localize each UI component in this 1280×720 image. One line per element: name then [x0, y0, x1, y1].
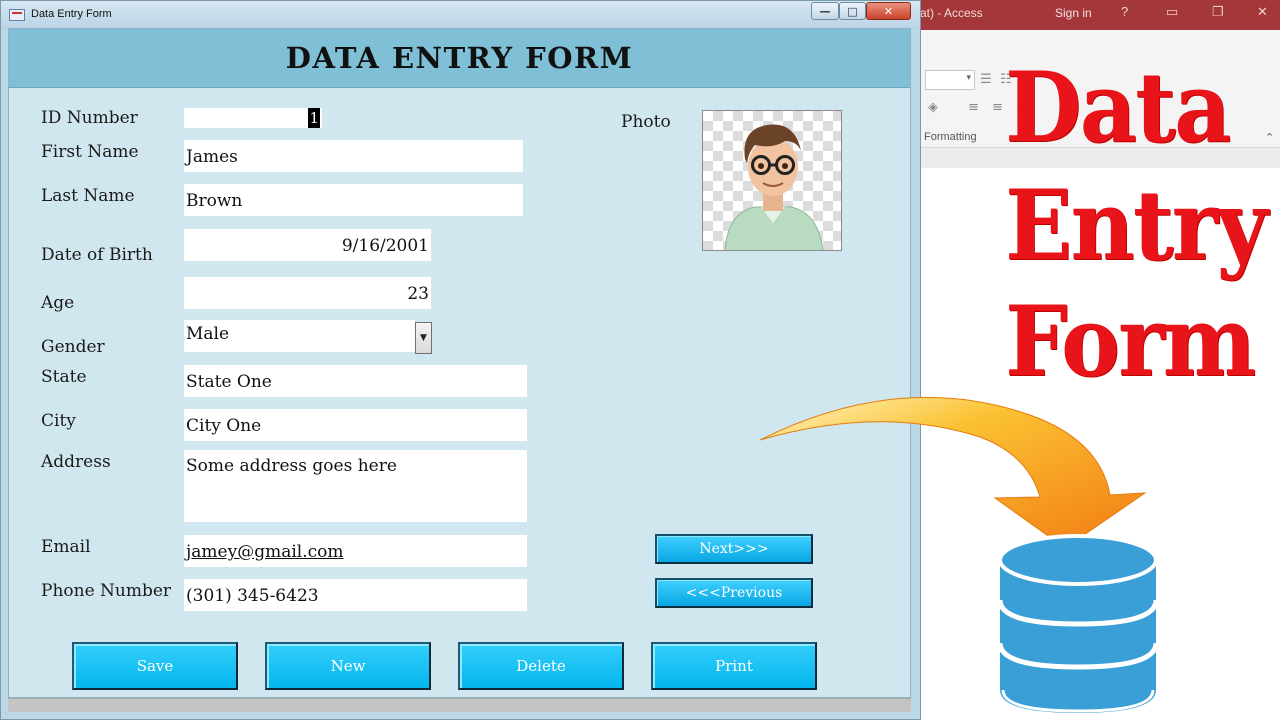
- id-field[interactable]: 1: [184, 108, 322, 128]
- overlay-title-line-3: Form: [1005, 285, 1256, 398]
- id-value: 1: [308, 108, 320, 128]
- last-name-field[interactable]: Brown: [184, 184, 523, 216]
- align-center-icon[interactable]: ≡: [992, 100, 1003, 115]
- city-label: City: [41, 411, 76, 431]
- last-name-label: Last Name: [41, 186, 135, 206]
- gender-label: Gender: [41, 337, 105, 357]
- age-label: Age: [41, 293, 75, 313]
- state-label: State: [41, 367, 87, 387]
- address-label: Address: [41, 452, 111, 472]
- photo-label: Photo: [621, 112, 671, 132]
- bullet-list-icon[interactable]: ☰: [980, 72, 992, 87]
- dob-field[interactable]: 9/16/2001: [184, 229, 431, 261]
- phone-label: Phone Number: [41, 581, 172, 601]
- maximize-icon[interactable]: □: [839, 2, 866, 20]
- database-icon: [997, 534, 1159, 713]
- new-button[interactable]: New: [265, 642, 431, 690]
- help-icon[interactable]: ?: [1121, 4, 1128, 19]
- form-window-icon: [9, 9, 25, 21]
- form-heading: DATA ENTRY FORM: [285, 41, 634, 75]
- avatar-illustration: [724, 124, 824, 250]
- save-button[interactable]: Save: [72, 642, 238, 690]
- close-icon[interactable]: ✕: [1257, 4, 1268, 20]
- dob-label: Date of Birth: [41, 245, 153, 265]
- restore-icon[interactable]: ❐: [1212, 4, 1224, 20]
- font-size-combo[interactable]: ▾: [925, 70, 975, 90]
- overlay-title-line-2: Entry: [1005, 169, 1268, 282]
- collapse-ribbon-icon[interactable]: ⌃: [1265, 131, 1274, 144]
- fill-color-icon[interactable]: ◈: [928, 100, 938, 115]
- state-field[interactable]: State One: [184, 365, 527, 397]
- print-button[interactable]: Print: [651, 642, 817, 690]
- access-window-title: at) - Access: [920, 6, 983, 20]
- window-title: Data Entry Form: [31, 8, 112, 20]
- next-button[interactable]: Next>>>: [655, 534, 813, 564]
- email-label: Email: [41, 537, 91, 557]
- first-name-field[interactable]: James: [184, 140, 523, 172]
- form-header: DATA ENTRY FORM: [9, 29, 910, 88]
- gender-select[interactable]: Male: [184, 320, 415, 352]
- age-field[interactable]: 23: [184, 277, 431, 309]
- ribbon-group-label: Formatting: [924, 131, 977, 143]
- city-field[interactable]: City One: [184, 409, 527, 441]
- form-bottom-strip: [8, 698, 911, 712]
- id-label: ID Number: [41, 108, 138, 128]
- ribbon-display-icon[interactable]: ▭: [1166, 4, 1178, 20]
- close-icon[interactable]: ✕: [866, 2, 911, 20]
- align-left-icon[interactable]: ≡: [968, 100, 979, 115]
- window-titlebar[interactable]: Data Entry Form — □ ✕: [1, 1, 920, 29]
- phone-field[interactable]: (301) 345-6423: [184, 579, 527, 611]
- previous-button[interactable]: <<<Previous: [655, 578, 813, 608]
- dropdown-arrow-icon[interactable]: ▼: [415, 322, 432, 354]
- sign-in-link[interactable]: Sign in: [1055, 6, 1092, 20]
- minimize-icon[interactable]: —: [811, 2, 839, 20]
- overlay-title-line-1: Data: [1005, 51, 1231, 164]
- delete-button[interactable]: Delete: [458, 642, 624, 690]
- avatar-photo[interactable]: [702, 110, 842, 251]
- email-field[interactable]: jamey@gmail.com: [184, 535, 527, 567]
- address-field[interactable]: Some address goes here: [184, 450, 527, 522]
- first-name-label: First Name: [41, 142, 139, 162]
